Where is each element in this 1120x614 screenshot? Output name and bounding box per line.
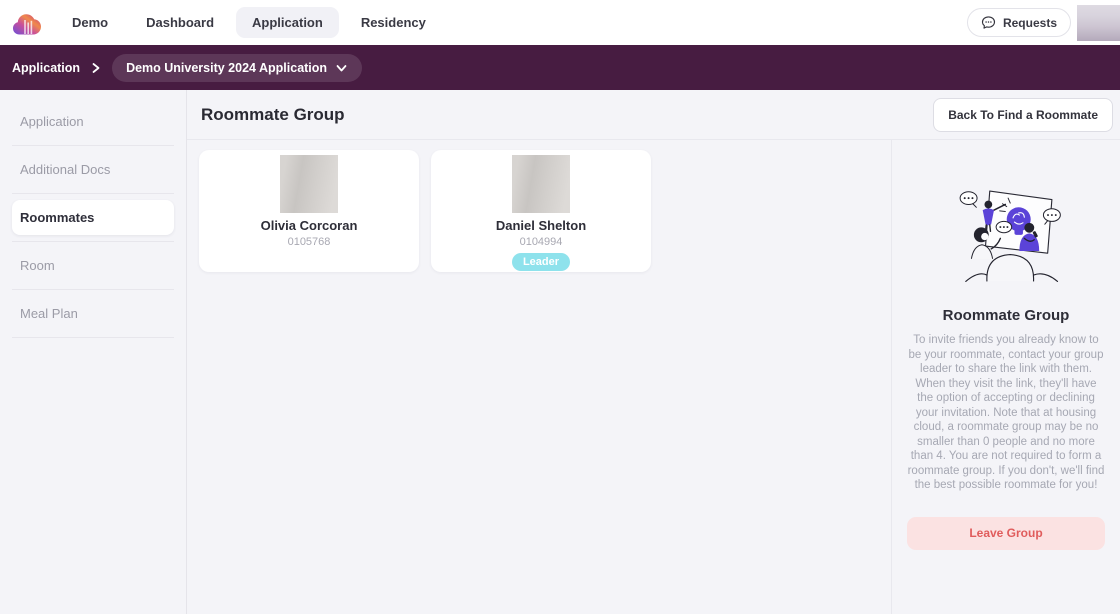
sidebar-item-application[interactable]: Application xyxy=(0,98,186,145)
content-area: Application Additional Docs Roommates Ro… xyxy=(0,90,1120,614)
sidebar-item-room[interactable]: Room xyxy=(0,242,186,289)
nav-item-dashboard[interactable]: Dashboard xyxy=(130,7,230,38)
back-to-find-roommate-button[interactable]: Back To Find a Roommate xyxy=(933,98,1113,132)
roommate-cards: Olivia Corcoran 0105768 Daniel Shelton 0… xyxy=(187,140,891,614)
panel-title: Roommate Group xyxy=(943,307,1070,324)
chat-bubble-icon xyxy=(981,15,996,30)
sidebar-item-meal-plan[interactable]: Meal Plan xyxy=(0,290,186,337)
panel-description: To invite friends you already know to be… xyxy=(907,333,1105,493)
requests-button[interactable]: Requests xyxy=(967,8,1071,37)
collaboration-illustration xyxy=(946,182,1066,287)
housing-cloud-logo-icon[interactable] xyxy=(12,8,42,38)
chevron-down-icon xyxy=(335,62,348,74)
roommate-card[interactable]: Olivia Corcoran 0105768 xyxy=(199,150,419,272)
chevron-right-icon xyxy=(90,61,102,75)
requests-button-label: Requests xyxy=(1003,16,1057,30)
roommate-group-info-panel: Roommate Group To invite friends you alr… xyxy=(891,140,1120,614)
application-selector-label: Demo University 2024 Application xyxy=(126,61,327,75)
roommate-card[interactable]: Daniel Shelton 0104994 Leader xyxy=(431,150,651,272)
nav-item-residency[interactable]: Residency xyxy=(345,7,442,38)
breadcrumb-application-link[interactable]: Application xyxy=(12,61,80,75)
nav-item-demo[interactable]: Demo xyxy=(56,7,124,38)
main-header: Roommate Group Back To Find a Roommate xyxy=(187,90,1120,140)
leave-group-button[interactable]: Leave Group xyxy=(907,517,1105,550)
leader-badge: Leader xyxy=(512,253,570,271)
roommate-student-id: 0105768 xyxy=(288,236,331,248)
main-body: Olivia Corcoran 0105768 Daniel Shelton 0… xyxy=(187,140,1120,614)
roommate-name: Daniel Shelton xyxy=(496,218,586,233)
nav-item-application[interactable]: Application xyxy=(236,7,339,38)
roommate-photo xyxy=(280,155,338,213)
roommate-photo xyxy=(512,155,570,213)
sidebar-item-roommates[interactable]: Roommates xyxy=(12,200,174,235)
roommate-name: Olivia Corcoran xyxy=(261,218,358,233)
page-title: Roommate Group xyxy=(201,105,345,125)
sidebar-divider xyxy=(12,337,174,338)
top-nav: Demo Dashboard Application Residency Req… xyxy=(0,0,1120,45)
application-sidebar: Application Additional Docs Roommates Ro… xyxy=(0,90,187,614)
user-avatar[interactable] xyxy=(1077,5,1120,41)
breadcrumb: Application Demo University 2024 Applica… xyxy=(0,45,1120,90)
sidebar-item-additional-docs[interactable]: Additional Docs xyxy=(0,146,186,193)
roommate-student-id: 0104994 xyxy=(520,236,563,248)
main-area: Roommate Group Back To Find a Roommate O… xyxy=(187,90,1120,614)
sidebar-divider xyxy=(12,193,174,194)
application-selector[interactable]: Demo University 2024 Application xyxy=(112,54,362,82)
